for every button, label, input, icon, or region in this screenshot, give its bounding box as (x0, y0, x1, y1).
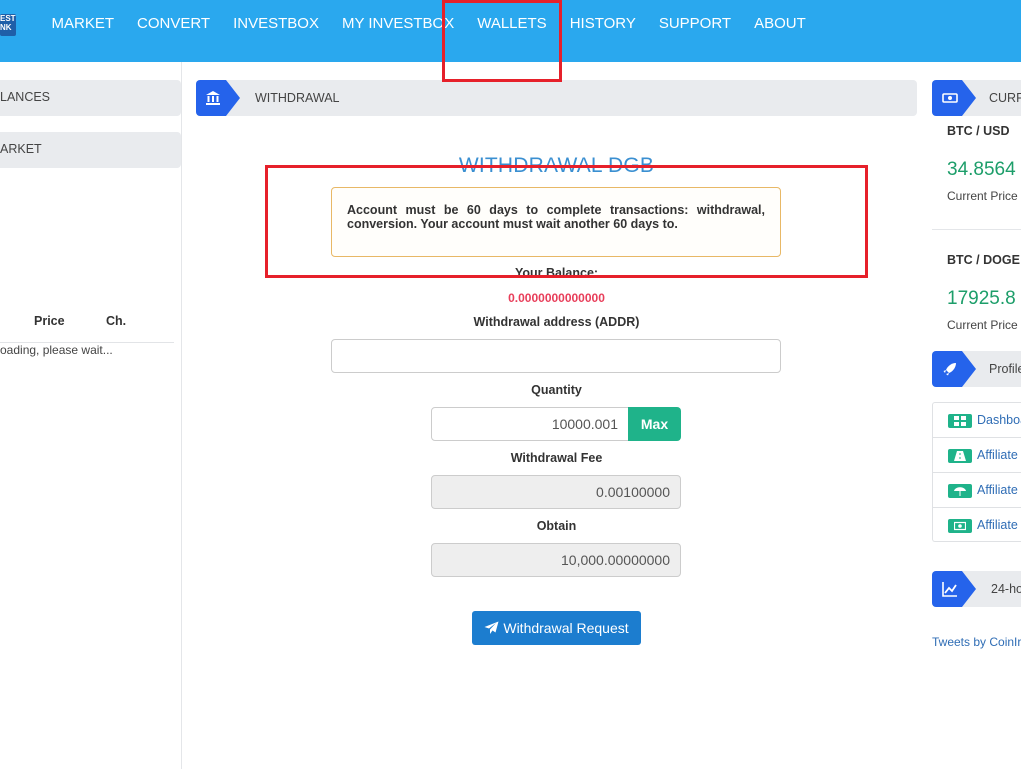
road-glyph-icon (954, 451, 966, 461)
price-btc-doge: 17925.8 (947, 288, 1016, 309)
breadcrumb-chevron (196, 80, 240, 116)
site-logo[interactable]: EST NK (0, 14, 16, 36)
withdrawal-address-input[interactable] (331, 339, 781, 373)
grid-icon (954, 416, 966, 426)
paper-plane-icon (484, 621, 499, 634)
nav-my-investbox[interactable]: MY INVESTBOX (330, 0, 465, 48)
profile-menu: Dashboa Affiliate Affiliate I Affiliate … (932, 402, 1021, 542)
dashboard-icon (948, 414, 972, 428)
line-chart-icon (942, 582, 957, 597)
loading-text: oading, please wait... (0, 343, 113, 357)
withdrawal-fee-label: Withdrawal Fee (510, 451, 603, 465)
profile-item-affiliate[interactable]: Affiliate (933, 438, 1021, 473)
currency-chevron (932, 80, 976, 116)
nav-history[interactable]: HISTORY (558, 0, 647, 48)
profile-item-dashboard[interactable]: Dashboa (933, 403, 1021, 438)
logo-text-line2: NK (0, 23, 12, 32)
max-button[interactable]: Max (628, 407, 681, 441)
quantity-input[interactable] (431, 407, 629, 441)
nav-convert[interactable]: CONVERT (126, 0, 222, 48)
nav-wallets[interactable]: WALLETS (466, 0, 558, 48)
alert-text: Account must be 60 days to complete tran… (347, 203, 765, 231)
umbrella-glyph-icon (954, 487, 966, 496)
pair-btc-doge: BTC / DOGE (947, 253, 1020, 267)
profile-item-label: Dashboa (977, 413, 1021, 427)
money-icon (942, 93, 958, 103)
profile-item-label: Affiliate I (977, 483, 1021, 497)
withdrawal-request-label: Withdrawal Request (503, 620, 629, 636)
nav-market[interactable]: MARKET (40, 0, 126, 48)
chart-chevron (932, 571, 976, 607)
balance-value: 0.0000000000000 (508, 291, 605, 305)
col-header-change[interactable]: Ch. (106, 314, 126, 328)
address-label: Withdrawal address (ADDR) (473, 315, 640, 329)
withdrawal-fee-field (431, 475, 681, 509)
currency-panel-header: CURR (932, 80, 1021, 116)
balances-panel-header: LANCES (0, 80, 181, 116)
withdrawal-request-button[interactable]: Withdrawal Request (472, 611, 641, 645)
account-age-alert: Account must be 60 days to complete tran… (331, 187, 781, 257)
price-btc-usd: 34.8564 (947, 159, 1016, 180)
bank-icon (206, 91, 220, 105)
profile-item-affiliate-3[interactable]: Affiliate I (933, 508, 1021, 543)
road-icon (948, 449, 972, 463)
nav-support[interactable]: SUPPORT (647, 0, 742, 48)
chart-panel-header: 24-ho (932, 571, 1021, 607)
current-price-label-1: Current Price (947, 189, 1018, 203)
nav-about[interactable]: ABOUT (743, 0, 818, 48)
profile-panel-header: Profile (932, 351, 1021, 387)
withdrawal-heading: WITHDRAWAL DGB (458, 154, 655, 177)
left-sidebar (0, 62, 182, 769)
bill-glyph-icon (954, 521, 966, 531)
rocket-icon (943, 363, 956, 376)
chart-panel-title: 24-ho (991, 582, 1021, 596)
profile-panel-title: Profile (989, 362, 1021, 376)
top-navbar: EST NK MARKET CONVERT INVESTBOX MY INVES… (0, 0, 1021, 62)
profile-item-label: Affiliate (977, 448, 1018, 462)
profile-item-affiliate-2[interactable]: Affiliate I (933, 473, 1021, 508)
market-table-header: Price Ch. (0, 308, 174, 343)
profile-chevron (932, 351, 976, 387)
currency-panel-title: CURR (989, 91, 1021, 105)
pair-btc-usd: BTC / USD (947, 124, 1010, 138)
main-nav: MARKET CONVERT INVESTBOX MY INVESTBOX WA… (40, 0, 817, 48)
obtain-label: Obtain (536, 519, 577, 533)
quantity-label: Quantity (531, 383, 582, 397)
current-price-label-2: Current Price (947, 318, 1018, 332)
profile-item-label: Affiliate I (977, 518, 1021, 532)
logo-text-line1: EST (0, 14, 16, 23)
umbrella-icon (948, 484, 972, 498)
balances-panel-title: LANCES (0, 90, 51, 104)
market-panel-header: ARKET (0, 132, 181, 168)
tweets-link[interactable]: Tweets by CoinIr (932, 635, 1021, 649)
price-divider (932, 229, 1021, 230)
nav-investbox[interactable]: INVESTBOX (222, 0, 331, 48)
market-panel-title: ARKET (0, 142, 42, 156)
withdrawal-breadcrumb: WITHDRAWAL (196, 80, 917, 116)
obtain-field (431, 543, 681, 577)
breadcrumb-title: WITHDRAWAL (255, 91, 340, 105)
money-bill-icon (948, 519, 972, 533)
balance-label: Your Balance: (514, 266, 599, 280)
col-header-price[interactable]: Price (34, 314, 65, 328)
